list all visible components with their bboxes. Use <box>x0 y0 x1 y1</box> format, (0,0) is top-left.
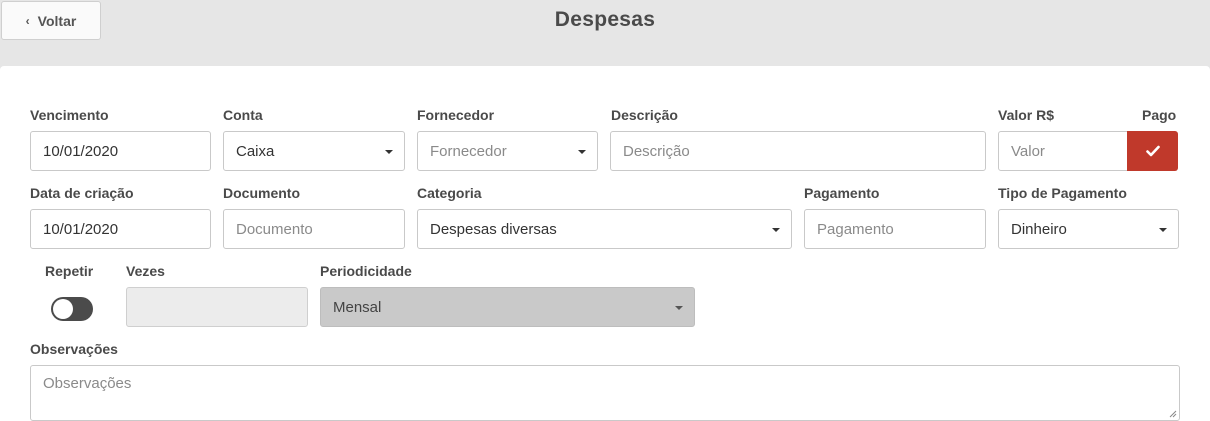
conta-label: Conta <box>223 107 263 123</box>
caret-down-icon <box>385 150 393 154</box>
conta-select[interactable]: Caixa <box>223 131 405 171</box>
data-criacao-field[interactable]: 10/01/2020 <box>30 209 211 249</box>
page-title: Despesas <box>554 8 656 31</box>
observacoes-placeholder: Observações <box>43 375 132 392</box>
caret-down-icon <box>578 150 586 154</box>
fornecedor-label: Fornecedor <box>417 107 495 123</box>
valor-input[interactable]: Valor <box>998 131 1128 171</box>
descricao-label: Descrição <box>611 107 678 123</box>
vezes-input[interactable] <box>126 287 308 327</box>
pagamento-label: Pagamento <box>804 185 880 201</box>
data-criacao-label: Data de criação <box>30 185 134 201</box>
documento-input[interactable]: Documento <box>223 209 405 249</box>
pago-toggle-button[interactable] <box>1127 131 1178 171</box>
pago-label: Pago <box>1142 107 1177 123</box>
vezes-label: Vezes <box>126 263 165 279</box>
periodicidade-select[interactable]: Mensal <box>320 287 695 327</box>
tipo-pagamento-select[interactable]: Dinheiro <box>998 209 1179 249</box>
repetir-label: Repetir <box>45 263 94 279</box>
periodicidade-select-value: Mensal <box>333 298 382 316</box>
caret-down-icon <box>772 228 780 232</box>
categoria-label: Categoria <box>417 185 482 201</box>
conta-select-value: Caixa <box>236 142 275 160</box>
repetir-toggle[interactable] <box>51 297 93 321</box>
resize-handle-icon[interactable] <box>1169 410 1177 418</box>
fornecedor-placeholder: Fornecedor <box>430 142 507 160</box>
pagamento-input[interactable]: Pagamento <box>804 209 986 249</box>
caret-down-icon <box>675 306 683 310</box>
check-icon <box>1145 145 1160 157</box>
descricao-input[interactable]: Descrição <box>610 131 986 171</box>
categoria-select-value: Despesas diversas <box>430 220 557 238</box>
tipo-pagamento-select-value: Dinheiro <box>1011 220 1067 238</box>
observacoes-textarea[interactable]: Observações <box>30 365 1180 421</box>
valor-label: Valor R$ <box>998 107 1055 123</box>
vencimento-label: Vencimento <box>30 107 109 123</box>
documento-label: Documento <box>223 185 300 201</box>
periodicidade-label: Periodicidade <box>320 263 412 279</box>
caret-down-icon <box>1159 228 1167 232</box>
tipo-pagamento-label: Tipo de Pagamento <box>998 185 1127 201</box>
toggle-knob <box>53 299 73 319</box>
observacoes-label: Observações <box>30 341 118 357</box>
categoria-select[interactable]: Despesas diversas <box>417 209 792 249</box>
vencimento-field[interactable]: 10/01/2020 <box>30 131 211 171</box>
fornecedor-select[interactable]: Fornecedor <box>417 131 598 171</box>
